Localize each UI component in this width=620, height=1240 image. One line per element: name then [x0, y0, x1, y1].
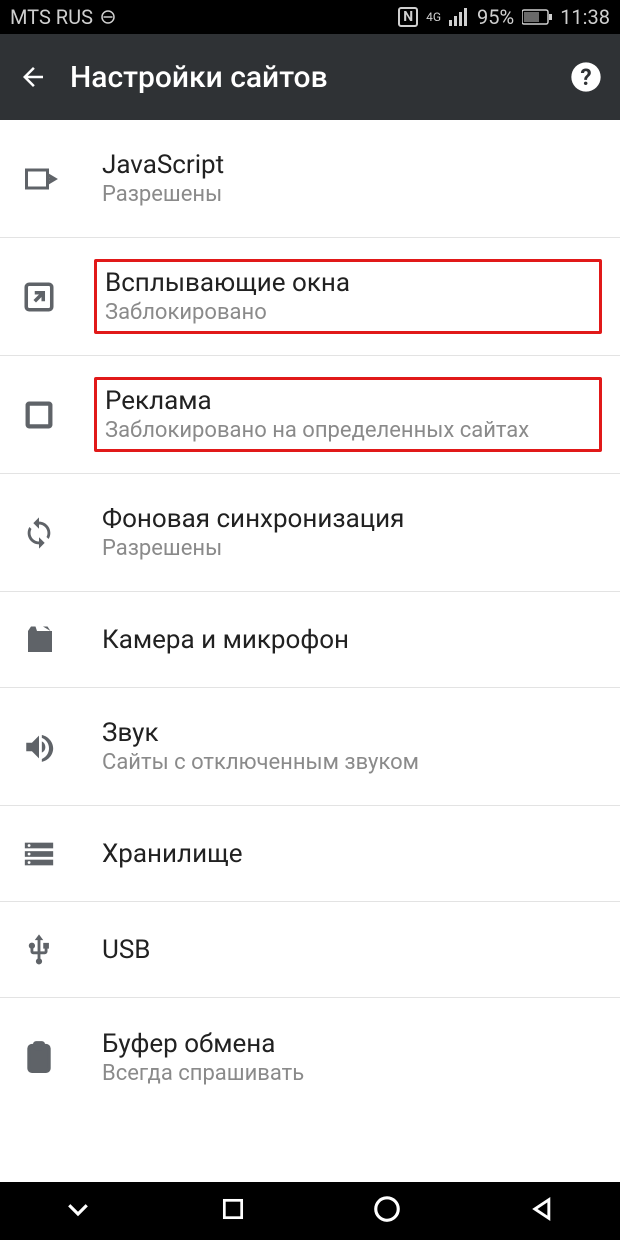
usb-icon [22, 933, 78, 967]
setting-camera-mic[interactable]: Камера и микрофон [0, 592, 620, 688]
help-icon: ? [570, 61, 602, 93]
status-bar: MTS RUS N 4G 95% 11:38 [0, 0, 620, 34]
setting-title: Звук [102, 718, 602, 748]
square-icon [220, 1196, 246, 1222]
setting-clipboard[interactable]: Буфер обмена Всегда спрашивать [0, 998, 620, 1116]
clipboard-icon [22, 1040, 78, 1074]
camera-icon [22, 622, 78, 658]
nav-menu-button[interactable] [63, 1194, 93, 1228]
javascript-icon [22, 161, 78, 197]
setting-ads[interactable]: Реклама Заблокировано на определенных са… [0, 356, 620, 474]
setting-title: Фоновая синхронизация [102, 504, 602, 534]
battery-percent: 95% [477, 5, 514, 29]
circle-icon [372, 1194, 402, 1224]
clock: 11:38 [560, 5, 610, 29]
nfc-icon: N [398, 7, 418, 27]
nav-back-button[interactable] [529, 1195, 557, 1227]
sound-icon [22, 730, 78, 764]
help-button[interactable]: ? [562, 61, 602, 93]
setting-subtitle: Сайты с отключенным звуком [102, 750, 602, 775]
setting-title: USB [102, 935, 602, 965]
battery-icon [522, 9, 552, 25]
setting-title: Камера и микрофон [102, 625, 602, 655]
setting-title: Всплывающие окна [105, 268, 591, 298]
setting-subtitle: Заблокировано [105, 300, 591, 325]
back-button[interactable] [18, 62, 58, 92]
system-navbar [0, 1182, 620, 1240]
setting-subtitle: Разрешены [102, 536, 602, 561]
ads-icon [22, 398, 78, 432]
nav-recents-button[interactable] [220, 1196, 246, 1226]
setting-subtitle: Разрешены [102, 182, 602, 207]
popup-icon [22, 280, 78, 314]
page-title: Настройки сайтов [58, 60, 562, 95]
dnd-icon [99, 8, 117, 26]
signal-icon [449, 8, 469, 26]
setting-title: JavaScript [102, 150, 602, 180]
carrier-label: MTS RUS [10, 5, 93, 29]
setting-subtitle: Всегда спрашивать [102, 1061, 602, 1086]
setting-javascript[interactable]: JavaScript Разрешены [0, 120, 620, 238]
chevron-down-icon [63, 1194, 93, 1224]
arrow-back-icon [18, 62, 48, 92]
setting-title: Реклама [105, 386, 591, 416]
settings-list: JavaScript Разрешены Всплывающие окна За… [0, 120, 620, 1116]
highlight-ads: Реклама Заблокировано на определенных са… [94, 377, 602, 452]
triangle-back-icon [529, 1195, 557, 1223]
nav-home-button[interactable] [372, 1194, 402, 1228]
app-header: Настройки сайтов ? [0, 34, 620, 120]
setting-title: Буфер обмена [102, 1029, 602, 1059]
storage-icon [22, 837, 78, 871]
setting-popups[interactable]: Всплывающие окна Заблокировано [0, 238, 620, 356]
sync-icon [22, 516, 78, 550]
svg-text:?: ? [580, 64, 591, 91]
setting-sound[interactable]: Звук Сайты с отключенным звуком [0, 688, 620, 806]
setting-usb[interactable]: USB [0, 902, 620, 998]
setting-storage[interactable]: Хранилище [0, 806, 620, 902]
setting-subtitle: Заблокировано на определенных сайтах [105, 418, 591, 443]
setting-title: Хранилище [102, 839, 602, 869]
setting-background-sync[interactable]: Фоновая синхронизация Разрешены [0, 474, 620, 592]
highlight-popups: Всплывающие окна Заблокировано [94, 259, 602, 334]
network-type: 4G [426, 12, 441, 22]
